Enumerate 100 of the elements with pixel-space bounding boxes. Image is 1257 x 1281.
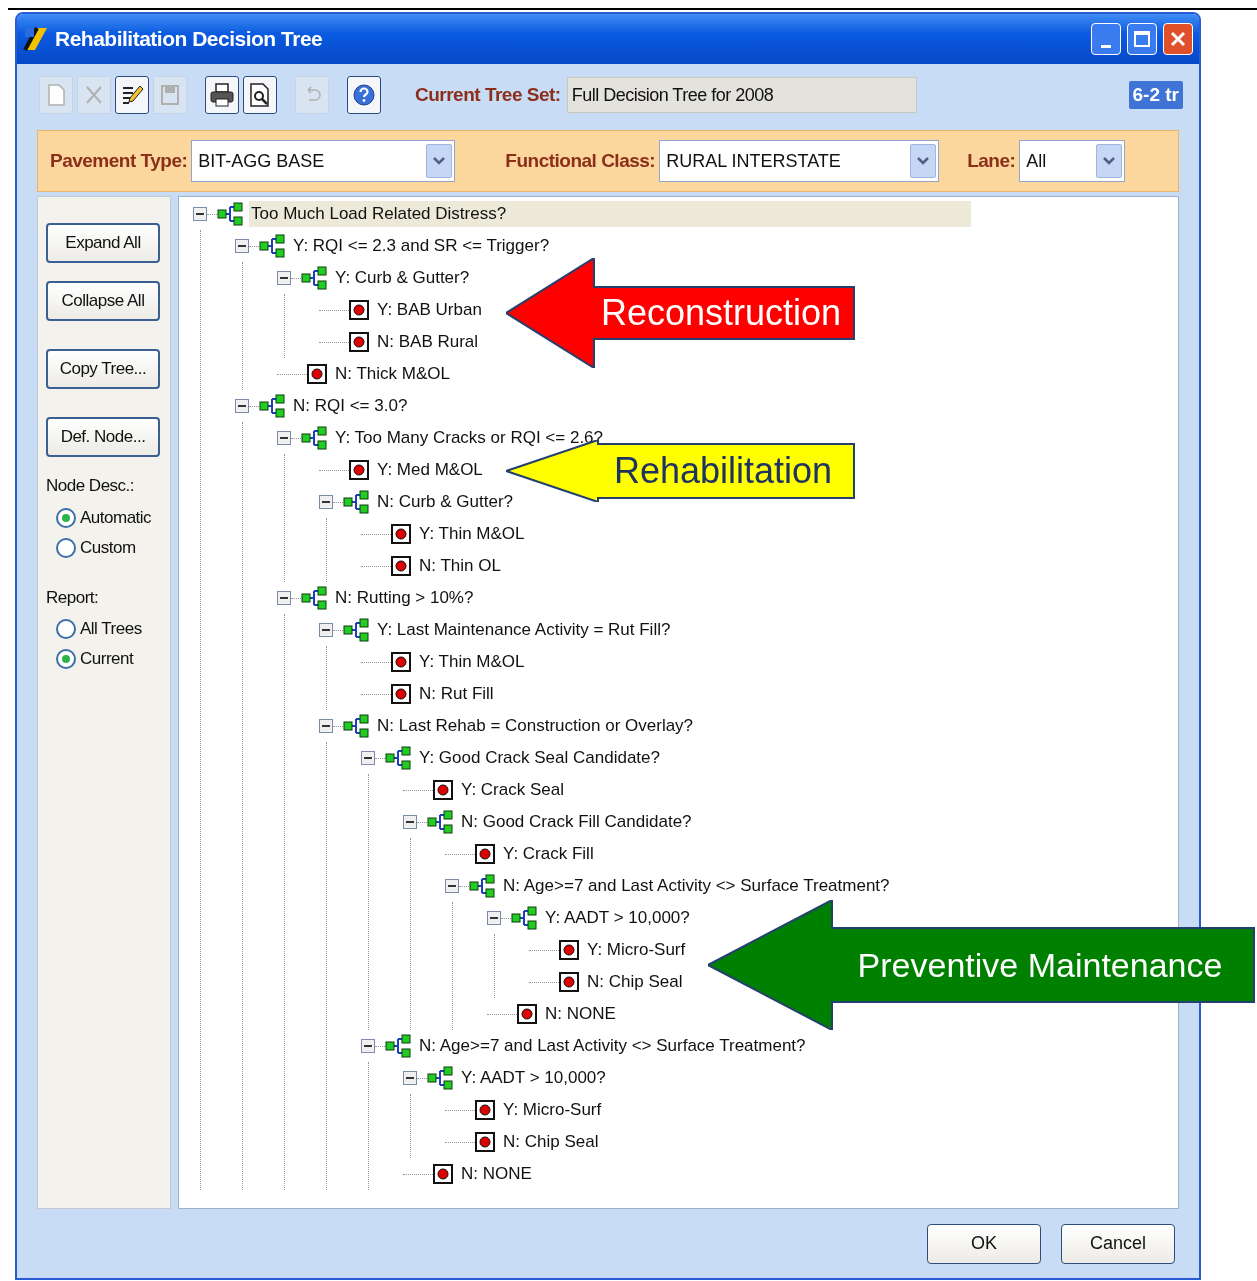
- dropdown-value: All: [1026, 149, 1048, 173]
- branch-node-icon: [217, 202, 243, 226]
- tree-node-label[interactable]: N: Last Rehab = Construction or Overlay?: [375, 713, 696, 739]
- tree-node-label[interactable]: Y: Med M&OL: [375, 457, 485, 483]
- collapse-toggle[interactable]: [235, 239, 249, 253]
- dialog-button[interactable]: OK: [927, 1223, 1041, 1264]
- sidebar-button[interactable]: Expand All: [46, 223, 160, 263]
- radio-label[interactable]: Current: [80, 646, 134, 672]
- branch-node-icon: [343, 490, 369, 514]
- collapse-toggle[interactable]: [445, 879, 459, 893]
- maximize-button[interactable]: [1127, 23, 1157, 55]
- tree-node-label[interactable]: N: Age>=7 and Last Activity <> Surface Treatment?: [417, 1033, 808, 1059]
- tree-node-label[interactable]: N: RQI <= 3.0?: [291, 393, 410, 419]
- tree-node-label[interactable]: Y: Micro-Surf: [585, 937, 688, 963]
- version-text: 6-2 tr: [1128, 80, 1183, 110]
- collapse-toggle[interactable]: [319, 719, 333, 733]
- close-button[interactable]: [1163, 23, 1193, 55]
- collapse-toggle[interactable]: [319, 623, 333, 637]
- printer-icon: [209, 82, 235, 108]
- tree-node-label[interactable]: N: Thick M&OL: [333, 361, 452, 387]
- group-label: Node Desc.:: [46, 475, 136, 497]
- radio-button[interactable]: [56, 507, 76, 528]
- collapse-toggle[interactable]: [277, 591, 291, 605]
- tree-node-label[interactable]: N: Curb & Gutter?: [375, 489, 516, 515]
- tree-node-label[interactable]: N: Chip Seal: [585, 969, 685, 995]
- tree-node-label[interactable]: Y: Good Crack Seal Candidate?: [417, 745, 662, 771]
- radio-button[interactable]: [56, 619, 76, 639]
- minimize-button[interactable]: [1091, 23, 1121, 55]
- branch-node-icon: [385, 1034, 411, 1058]
- tree-node-label[interactable]: Y: Last Maintenance Activity = Rut Fill?: [375, 617, 673, 643]
- leaf-node-icon: [391, 556, 411, 576]
- leaf-node-icon: [349, 332, 369, 352]
- radio-label[interactable]: Custom: [80, 534, 136, 561]
- collapse-toggle[interactable]: [361, 1039, 375, 1053]
- tree-node-label[interactable]: Y: Curb & Gutter?: [333, 265, 472, 291]
- tree-node-label[interactable]: N: Rut Fill: [417, 681, 496, 707]
- tree-node-label[interactable]: Y: AADT > 10,000?: [459, 1065, 608, 1091]
- tree-node-label[interactable]: N: NONE: [459, 1161, 534, 1187]
- sidebar-button[interactable]: Copy Tree...: [46, 349, 160, 389]
- tree-node-label[interactable]: N: Chip Seal: [501, 1129, 601, 1155]
- tree-node-label[interactable]: Y: BAB Urban: [375, 297, 484, 323]
- leaf-node-icon: [475, 844, 495, 864]
- tree-node-label[interactable]: N: BAB Rural: [375, 329, 481, 355]
- collapse-toggle[interactable]: [487, 911, 501, 925]
- dropdown-field[interactable]: BIT-AGG BASE: [191, 140, 456, 182]
- current-tree-set-label: Current Tree Set:: [415, 82, 561, 107]
- tree-node-label[interactable]: N: Rutting > 10%?: [333, 585, 476, 611]
- callout-label: Preventive Maintenance: [857, 948, 1223, 982]
- collapse-toggle[interactable]: [361, 751, 375, 765]
- tree-node-label[interactable]: Y: Micro-Surf: [501, 1097, 604, 1123]
- toolbar-button[interactable]: [243, 76, 277, 114]
- filter-label: Functional Class:: [505, 148, 656, 173]
- branch-node-icon: [301, 586, 327, 610]
- leaf-node-icon: [433, 780, 453, 800]
- app-icon: [23, 26, 49, 52]
- tree-node-label[interactable]: Y: Thin M&OL: [417, 649, 527, 675]
- leaf-node-icon: [475, 1100, 495, 1120]
- branch-node-icon: [343, 618, 369, 642]
- group-label: Report:: [46, 586, 100, 609]
- branch-node-icon: [301, 426, 327, 450]
- tree-node-label[interactable]: N: Thin OL: [417, 553, 503, 579]
- tree-node-label[interactable]: Y: Thin M&OL: [417, 521, 527, 547]
- sidebar-button[interactable]: Collapse All: [46, 281, 160, 321]
- tree-node-label[interactable]: Too Much Load Related Distress?: [249, 201, 971, 227]
- callout-label: Rehabilitation: [613, 453, 833, 489]
- tree-node-label[interactable]: Y: AADT > 10,000?: [543, 905, 692, 931]
- toolbar-button[interactable]: [347, 76, 381, 114]
- collapse-toggle[interactable]: [403, 1071, 417, 1085]
- collapse-toggle[interactable]: [277, 271, 291, 285]
- tree-node-label[interactable]: Y: RQI <= 2.3 and SR <= Trigger?: [291, 233, 552, 259]
- close-icon: [1170, 31, 1186, 47]
- radio-button[interactable]: [56, 537, 76, 558]
- leaf-node-icon: [349, 460, 369, 480]
- leaf-node-icon: [559, 972, 579, 992]
- tree-node-label[interactable]: N: Good Crack Fill Candidate?: [459, 809, 694, 835]
- toolbar-button[interactable]: [115, 76, 149, 114]
- pencil-icon: [120, 83, 144, 107]
- tree-node-label[interactable]: N: NONE: [543, 1001, 618, 1027]
- radio-button[interactable]: [56, 649, 76, 669]
- dropdown-field[interactable]: All: [1019, 140, 1126, 182]
- tree-node-label[interactable]: Y: Crack Fill: [501, 841, 596, 867]
- dialog-button[interactable]: Cancel: [1061, 1223, 1175, 1264]
- dropdown-field[interactable]: RURAL INTERSTATE: [659, 140, 940, 182]
- tree-node-label[interactable]: Y: Crack Seal: [459, 777, 566, 803]
- radio-label[interactable]: Automatic: [80, 504, 152, 531]
- collapse-toggle[interactable]: [235, 399, 249, 413]
- collapse-toggle[interactable]: [277, 431, 291, 445]
- collapse-toggle[interactable]: [193, 207, 207, 221]
- branch-node-icon: [259, 234, 285, 258]
- branch-node-icon: [427, 1066, 453, 1090]
- tree-node-label[interactable]: N: Age>=7 and Last Activity <> Surface Treatment?: [501, 873, 892, 899]
- branch-node-icon: [343, 714, 369, 738]
- radio-label[interactable]: All Trees: [80, 616, 142, 642]
- leaf-node-icon: [391, 524, 411, 544]
- collapse-toggle[interactable]: [403, 815, 417, 829]
- sidebar-button[interactable]: Def. Node...: [46, 417, 160, 457]
- collapse-toggle[interactable]: [319, 495, 333, 509]
- leaf-node-icon: [433, 1164, 453, 1184]
- branch-node-icon: [385, 746, 411, 770]
- toolbar-button[interactable]: [205, 76, 239, 114]
